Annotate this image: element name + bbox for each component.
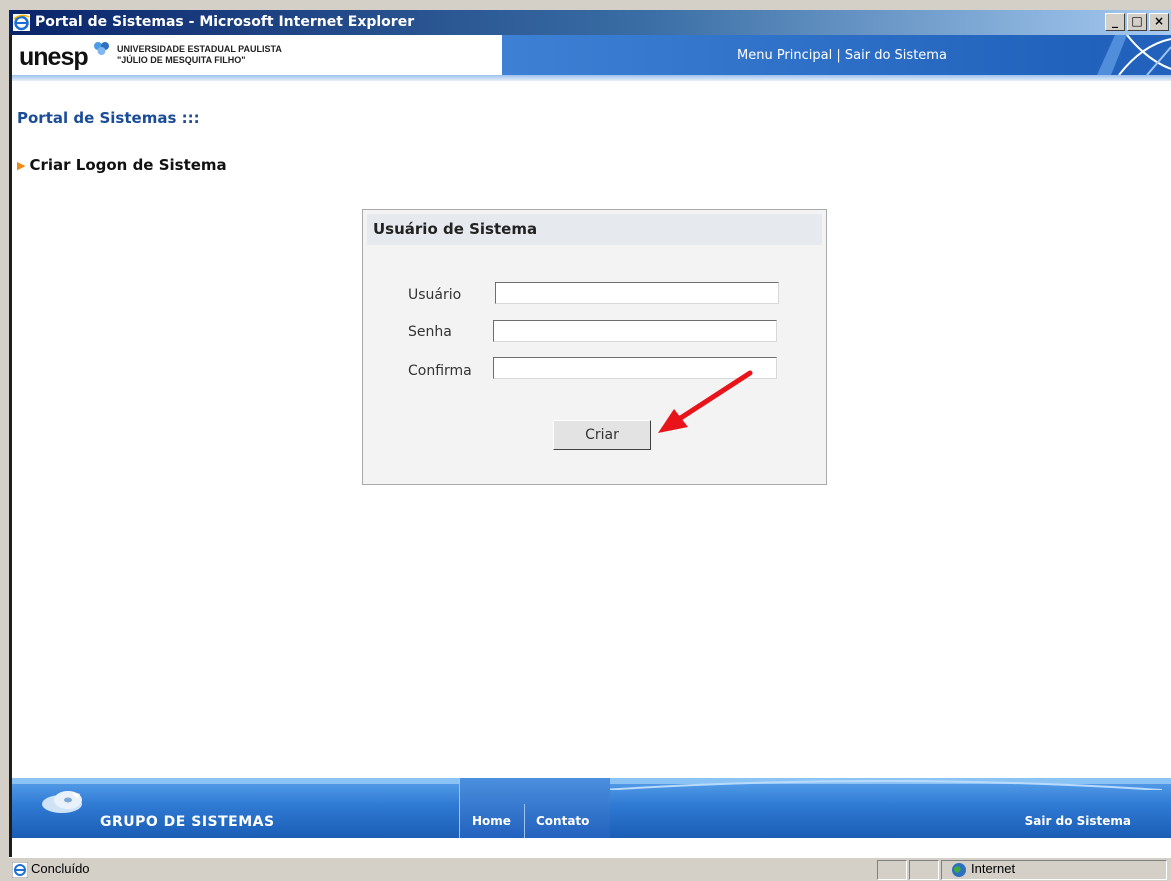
user-input[interactable]	[495, 282, 779, 304]
footer-brand: GRUPO DE SISTEMAS	[100, 814, 275, 830]
status-text: Concluído	[31, 861, 90, 876]
criar-button[interactable]: Criar	[553, 420, 651, 450]
minimize-button[interactable]: _	[1105, 13, 1125, 31]
password-input[interactable]	[493, 320, 777, 342]
internet-explorer-icon	[13, 14, 30, 31]
top-nav: Menu Principal | Sair do Sistema	[737, 48, 947, 63]
close-button[interactable]: ×	[1149, 13, 1169, 31]
page-title: Portal de Sistemas :::	[17, 109, 200, 127]
internet-globe-icon	[952, 863, 966, 877]
browser-content: unesp UNIVERSIDADE ESTADUAL PAULISTA "JÚ…	[9, 35, 1171, 857]
status-bar: Concluído Internet	[9, 857, 1171, 881]
maximize-button[interactable]: □	[1127, 13, 1147, 31]
site-footer: GRUPO DE SISTEMAS Home Contato Sair do S…	[12, 778, 1171, 838]
university-name: UNIVERSIDADE ESTADUAL PAULISTA "JÚLIO DE…	[117, 44, 282, 65]
user-label: Usuário	[408, 287, 462, 303]
menu-principal-link[interactable]: Menu Principal	[737, 48, 832, 63]
password-label: Senha	[408, 324, 452, 340]
nav-separator: |	[836, 48, 841, 63]
unesp-logo: unesp	[19, 43, 89, 71]
header-underline	[12, 75, 1171, 81]
confirm-label: Confirma	[408, 363, 472, 379]
footer-home-link[interactable]: Home	[472, 814, 511, 828]
section-arrow-icon: ▶	[17, 159, 26, 172]
window-title: Portal de Sistemas - Microsoft Internet …	[35, 14, 415, 30]
zone-text: Internet	[971, 861, 1016, 876]
window-titlebar: Portal de Sistemas - Microsoft Internet …	[9, 10, 1171, 35]
create-user-form: Usuário de Sistema Usuário Senha Confirm…	[362, 209, 827, 485]
disc-logo-icon	[42, 791, 82, 813]
form-heading: Usuário de Sistema	[367, 214, 822, 245]
site-header: unesp UNIVERSIDADE ESTADUAL PAULISTA "JÚ…	[12, 35, 1171, 81]
footer-wave-decoration	[602, 780, 1162, 790]
footer-logout-link[interactable]: Sair do Sistema	[1025, 814, 1131, 828]
unesp-logo-icon	[94, 42, 109, 55]
page-status-icon	[12, 862, 28, 878]
section-title: ▶ Criar Logon de Sistema	[17, 156, 227, 174]
footer-nav: Home Contato	[459, 778, 610, 838]
sair-do-sistema-link[interactable]: Sair do Sistema	[845, 48, 947, 63]
header-decoration-icon	[1097, 35, 1171, 75]
annotation-arrow-icon	[658, 370, 753, 433]
footer-contact-link[interactable]: Contato	[536, 814, 589, 828]
